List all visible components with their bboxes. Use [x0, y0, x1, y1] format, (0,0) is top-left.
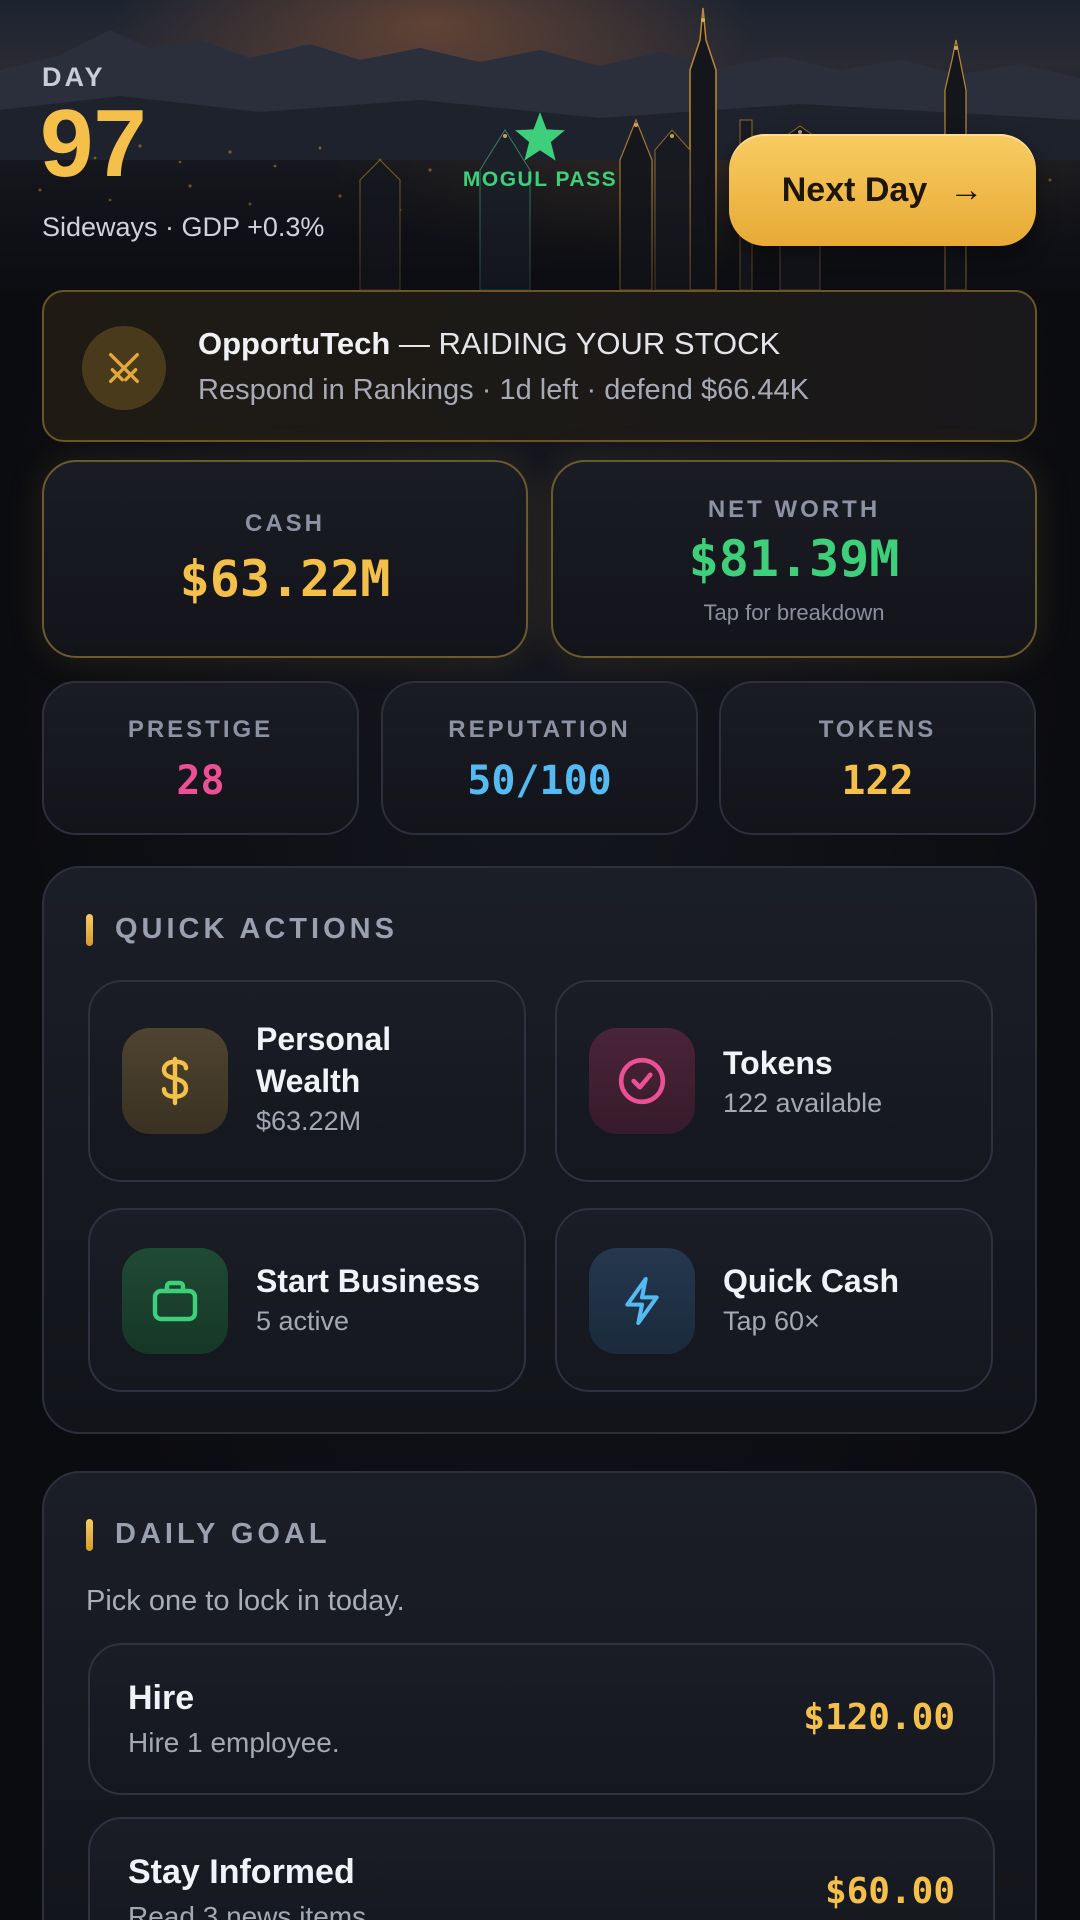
personal-wealth-value: $63.22M: [256, 1106, 362, 1136]
day-label: DAY: [42, 62, 106, 92]
header: DAY 97 Sideways · GDP +0.3% MOGUL PASS N…: [0, 0, 1080, 290]
tokens-button[interactable]: Tokens 122 available: [555, 980, 993, 1182]
tokens-action-label: Tokens: [723, 1045, 833, 1081]
reputation-card[interactable]: REPUTATION 50/100: [381, 681, 698, 835]
goal-description: Hire 1 employee.: [128, 1727, 340, 1758]
goal-description: Read 3 news items.: [128, 1901, 374, 1920]
check-circle-icon: [589, 1028, 695, 1134]
net-worth-value: $81.39M: [688, 530, 900, 588]
raid-title: OpportuTech — RAIDING YOUR STOCK: [198, 326, 780, 362]
start-business-button[interactable]: Start Business 5 active: [88, 1208, 526, 1392]
goal-title: Hire: [128, 1679, 195, 1717]
raid-details: Respond in Rankings · 1d left · defend $…: [198, 374, 810, 406]
quick-cash-taps: Tap 60×: [723, 1306, 820, 1336]
goal-reward: $120.00: [803, 1697, 955, 1738]
raid-headline: — RAIDING YOUR STOCK: [390, 326, 781, 361]
raid-alert-banner[interactable]: OpportuTech — RAIDING YOUR STOCK Respond…: [42, 290, 1037, 442]
quick-actions-panel: QUICK ACTIONS Personal Wealth $63.22M To…: [42, 866, 1037, 1434]
star-icon: [515, 112, 565, 161]
mogul-pass[interactable]: MOGUL PASS: [460, 112, 620, 192]
arrow-right-icon: →: [949, 170, 984, 209]
lightning-icon: [589, 1248, 695, 1354]
cash-label: CASH: [244, 510, 325, 537]
tokens-label: TOKENS: [818, 716, 937, 743]
reputation-label: REPUTATION: [448, 716, 631, 743]
market-status: Sideways · GDP +0.3%: [42, 212, 325, 242]
prestige-label: PRESTIGE: [127, 716, 274, 743]
cash-card[interactable]: CASH $63.22M: [42, 460, 528, 658]
quick-cash-button[interactable]: Quick Cash Tap 60×: [555, 1208, 993, 1392]
raid-company: OpportuTech: [198, 326, 391, 361]
game-screen: DAY 97 Sideways · GDP +0.3% MOGUL PASS N…: [0, 0, 1080, 1920]
personal-wealth-label: Personal Wealth: [256, 1021, 392, 1099]
quick-actions-header: QUICK ACTIONS: [86, 913, 398, 946]
next-day-button[interactable]: Next Day →: [729, 134, 1036, 246]
daily-goal-header: DAILY GOAL: [86, 1518, 331, 1551]
business-count: 5 active: [256, 1306, 350, 1336]
prestige-card[interactable]: PRESTIGE 28: [42, 681, 359, 835]
personal-wealth-button[interactable]: Personal Wealth $63.22M: [88, 980, 526, 1182]
section-accent-bar: [86, 1518, 93, 1551]
net-worth-label: NET WORTH: [707, 496, 881, 523]
day-number: 97: [40, 90, 147, 197]
tokens-card[interactable]: TOKENS 122: [719, 681, 1036, 835]
tokens-value: 122: [841, 758, 914, 804]
reputation-value: 50/100: [467, 758, 612, 804]
goal-option-stay-informed[interactable]: Stay Informed Read 3 news items. $60.00: [88, 1817, 995, 1920]
start-business-label: Start Business: [256, 1263, 481, 1299]
goal-title: Stay Informed: [128, 1853, 355, 1891]
net-worth-card[interactable]: NET WORTH $81.39M Tap for breakdown: [551, 460, 1037, 658]
net-worth-hint: Tap for breakdown: [703, 600, 885, 625]
briefcase-icon: [122, 1248, 228, 1354]
daily-goal-hint: Pick one to lock in today.: [86, 1585, 405, 1617]
cash-value: $63.22M: [179, 550, 391, 608]
quick-cash-label: Quick Cash: [723, 1263, 900, 1299]
dollar-icon: [122, 1028, 228, 1134]
mogul-pass-label: MOGUL PASS: [462, 168, 618, 191]
prestige-value: 28: [176, 758, 225, 804]
tokens-available: 122 available: [723, 1088, 883, 1118]
goal-option-hire[interactable]: Hire Hire 1 employee. $120.00: [88, 1643, 995, 1795]
goal-reward: $60.00: [824, 1871, 955, 1912]
daily-goal-panel: DAILY GOAL Pick one to lock in today. Hi…: [42, 1471, 1037, 1920]
section-accent-bar: [86, 913, 93, 946]
quick-actions-title: QUICK ACTIONS: [115, 913, 398, 945]
crossed-swords-icon: [82, 326, 166, 410]
daily-goal-title: DAILY GOAL: [115, 1518, 331, 1550]
next-day-label: Next Day: [781, 170, 928, 209]
